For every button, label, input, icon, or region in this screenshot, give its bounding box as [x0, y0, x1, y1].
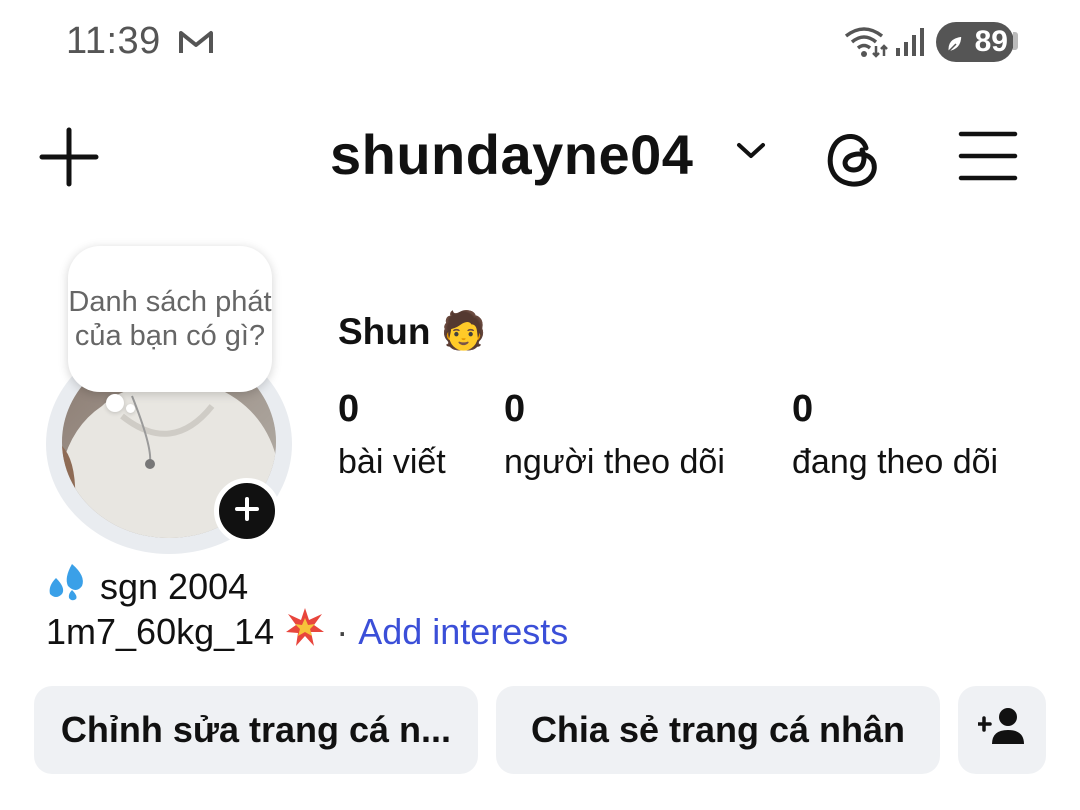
followers-count-value: 0 [504, 388, 526, 430]
display-name: Shun 🧑 [338, 310, 487, 353]
add-interests-link[interactable]: Add interests [358, 611, 568, 653]
collision-icon [284, 606, 326, 657]
note-bubble[interactable]: Danh sách phát của bạn có gì? [68, 246, 272, 392]
battery-level: 89 [974, 25, 1008, 58]
menu-icon[interactable] [958, 130, 1018, 187]
followers-count[interactable]: 0 người theo dõi [504, 388, 725, 482]
note-text: Danh sách phát của bạn có gì? [68, 286, 272, 352]
following-count[interactable]: 0 đang theo dõi [792, 388, 998, 482]
bio-text-1: sgn 2004 [100, 565, 249, 607]
display-name-text: Shun [338, 310, 431, 352]
droplets-icon [46, 562, 88, 611]
status-time: 11:39 [66, 20, 161, 62]
add-story-button[interactable] [214, 478, 280, 544]
discover-people-button[interactable] [958, 686, 1046, 774]
posts-count-value: 0 [338, 388, 360, 430]
posts-count-label: bài viết [338, 443, 446, 481]
separator-dot: · [336, 610, 349, 652]
plus-icon [38, 127, 100, 192]
person-emoji: 🧑 [440, 310, 487, 351]
bio-line-1: sgn 2004 [46, 562, 248, 611]
bio-text-2: 1m7_60kg_14 [46, 610, 275, 652]
profile-username[interactable]: shundayne04 [330, 122, 693, 187]
threads-icon[interactable] [822, 126, 884, 195]
edit-profile-button[interactable]: Chỉnh sửa trang cá n... [34, 686, 478, 774]
plus-icon [234, 496, 260, 527]
share-profile-button[interactable]: Chia sẻ trang cá nhân [496, 686, 940, 774]
following-count-value: 0 [792, 388, 814, 430]
battery-tip [1013, 32, 1018, 50]
gmail-icon [178, 28, 214, 61]
wifi-icon [842, 24, 890, 65]
battery-icon: 89 [936, 22, 1014, 62]
chevron-down-icon[interactable] [734, 140, 768, 167]
leaf-icon [944, 30, 966, 64]
signal-icon [894, 26, 928, 63]
posts-count[interactable]: 0 bài viết [338, 388, 446, 482]
bio-line-2: 1m7_60kg_14 · Add interests [46, 606, 568, 657]
following-count-label: đang theo dõi [792, 443, 999, 481]
note-bubble-tail [106, 394, 124, 412]
add-person-icon [976, 706, 1026, 755]
followers-count-label: người theo dõi [504, 443, 725, 481]
create-button[interactable] [38, 126, 100, 188]
note-bubble-tail-small [126, 404, 135, 413]
